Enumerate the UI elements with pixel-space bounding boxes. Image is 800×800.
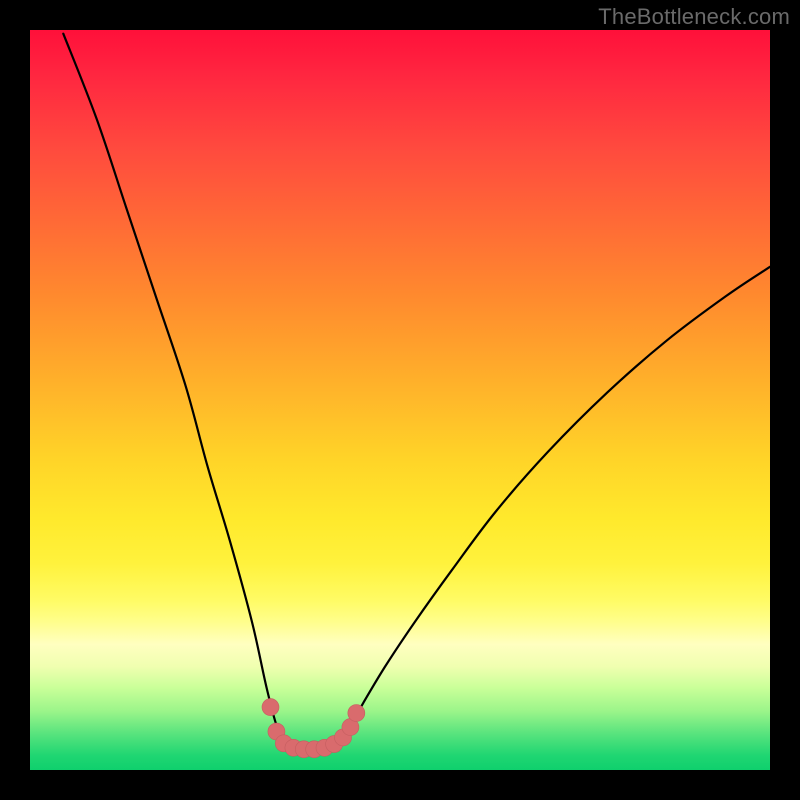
valley-marker-group	[262, 699, 365, 758]
valley-marker	[348, 705, 365, 722]
curve-layer	[30, 30, 770, 770]
valley-marker	[262, 699, 279, 716]
chart-frame: TheBottleneck.com	[0, 0, 800, 800]
bottleneck-curve	[63, 34, 770, 750]
plot-area	[30, 30, 770, 770]
watermark-text: TheBottleneck.com	[598, 4, 790, 30]
